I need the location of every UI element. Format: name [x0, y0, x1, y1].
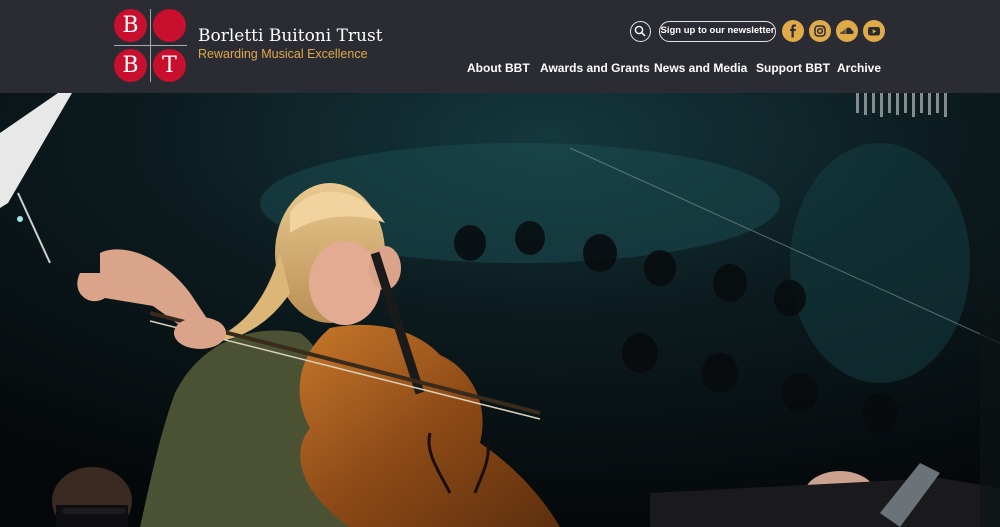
hero-video[interactable]	[0, 93, 1000, 527]
site-header: B B T Borletti Buitoni Trust Rewarding M…	[0, 0, 1000, 93]
instagram-button[interactable]	[809, 20, 831, 42]
logo-letter-b: B	[114, 9, 147, 42]
soundcloud-icon	[840, 27, 854, 34]
cellist-performance-image	[0, 93, 1000, 527]
brand-name[interactable]: Borletti Buitoni Trust	[198, 26, 383, 46]
search-icon	[634, 25, 646, 37]
nav-archive[interactable]: Archive	[837, 61, 881, 75]
youtube-button[interactable]	[863, 20, 885, 42]
nav-about[interactable]: About BBT	[467, 61, 530, 75]
youtube-icon	[868, 27, 880, 36]
search-button[interactable]	[630, 21, 651, 42]
facebook-button[interactable]	[782, 20, 804, 42]
logo[interactable]: B B T	[114, 9, 187, 82]
newsletter-button[interactable]: Sign up to our newsletter	[659, 21, 776, 42]
brand-tagline: Rewarding Musical Excellence	[198, 47, 368, 61]
logo-divider	[114, 45, 187, 46]
nav-news-and-media[interactable]: News and Media	[654, 61, 747, 75]
logo-letter-b: B	[114, 49, 147, 82]
logo-red-circle	[153, 9, 186, 42]
facebook-icon	[790, 24, 796, 38]
soundcloud-button[interactable]	[836, 20, 858, 42]
nav-awards-and-grants[interactable]: Awards and Grants	[540, 61, 650, 75]
instagram-icon	[814, 25, 826, 37]
nav-support[interactable]: Support BBT	[756, 61, 830, 75]
logo-letter-t: T	[153, 49, 186, 82]
